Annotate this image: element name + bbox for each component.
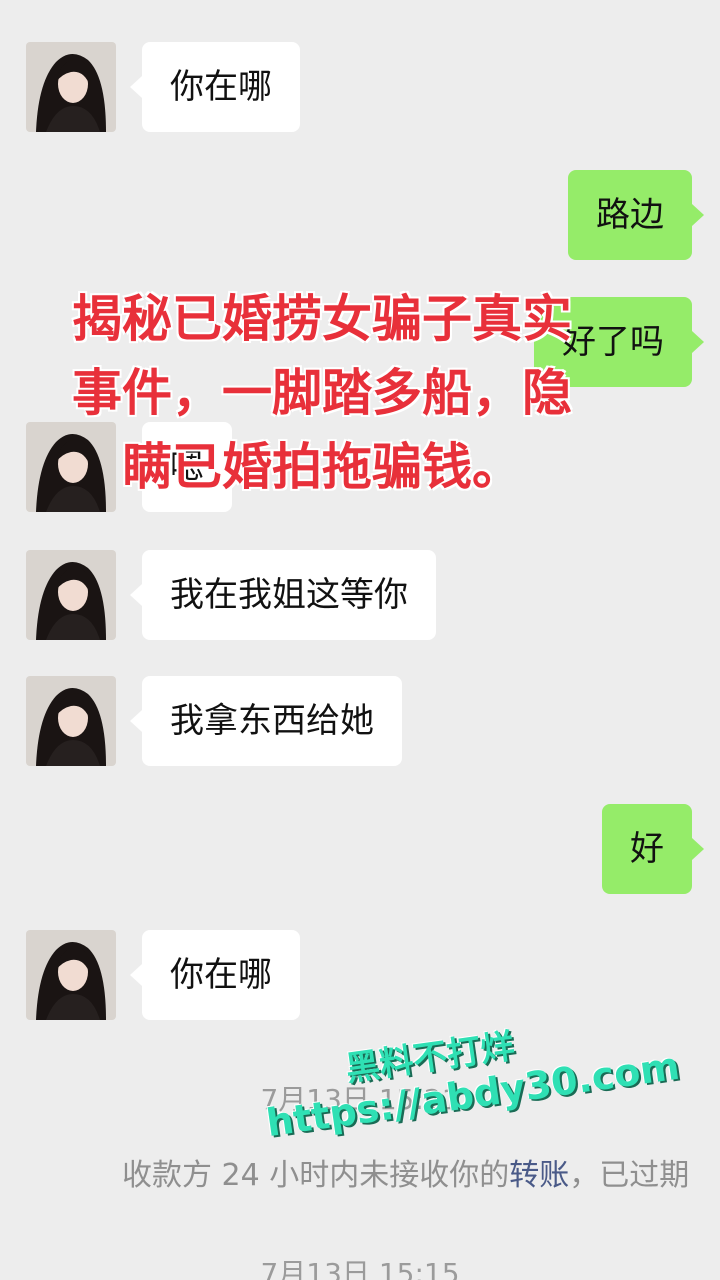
message-bubble-incoming[interactable]: 你在哪: [130, 930, 300, 1020]
message-timestamp: 7月13日 15:15: [260, 1257, 460, 1280]
contact-avatar[interactable]: [26, 550, 116, 640]
message-bubble-outgoing[interactable]: 好: [602, 804, 704, 894]
message-text: 我在我姐这等你: [170, 575, 408, 615]
message-text: 我拿东西给她: [170, 701, 374, 741]
message-text: 你在哪: [170, 955, 272, 995]
note-text: 收款方 24 小时内未接收你的: [122, 1158, 510, 1193]
message-bubble-outgoing[interactable]: 路边: [568, 170, 704, 260]
watermark: 黑料不打烊 https://abdy30.com: [258, 1004, 683, 1145]
message-text: 你在哪: [170, 67, 272, 107]
chat-screen: 你在哪 路边 好了吗 嗯 我在我姐这等你 我拿东西给她 好 你在哪 7月13日 …: [0, 0, 720, 1280]
message-bubble-incoming[interactable]: 我拿东西给她: [130, 676, 402, 766]
contact-avatar[interactable]: [26, 676, 116, 766]
message-text: 好: [630, 829, 664, 869]
transfer-link[interactable]: 转账: [509, 1158, 569, 1193]
note-suffix: ，已过期: [569, 1158, 690, 1193]
overlay-caption: 揭秘已婚捞女骗子真实事件，一脚踏多船，隐瞒已婚拍拖骗钱。: [72, 290, 572, 496]
message-bubble-incoming[interactable]: 你在哪: [130, 42, 300, 132]
message-bubble-incoming[interactable]: 我在我姐这等你: [130, 550, 436, 640]
transfer-expired-note: 收款方 24 小时内未接收你的转账，已过期: [122, 1150, 689, 1194]
contact-avatar[interactable]: [26, 930, 116, 1020]
message-text: 路边: [596, 195, 664, 235]
contact-avatar[interactable]: [26, 42, 116, 132]
